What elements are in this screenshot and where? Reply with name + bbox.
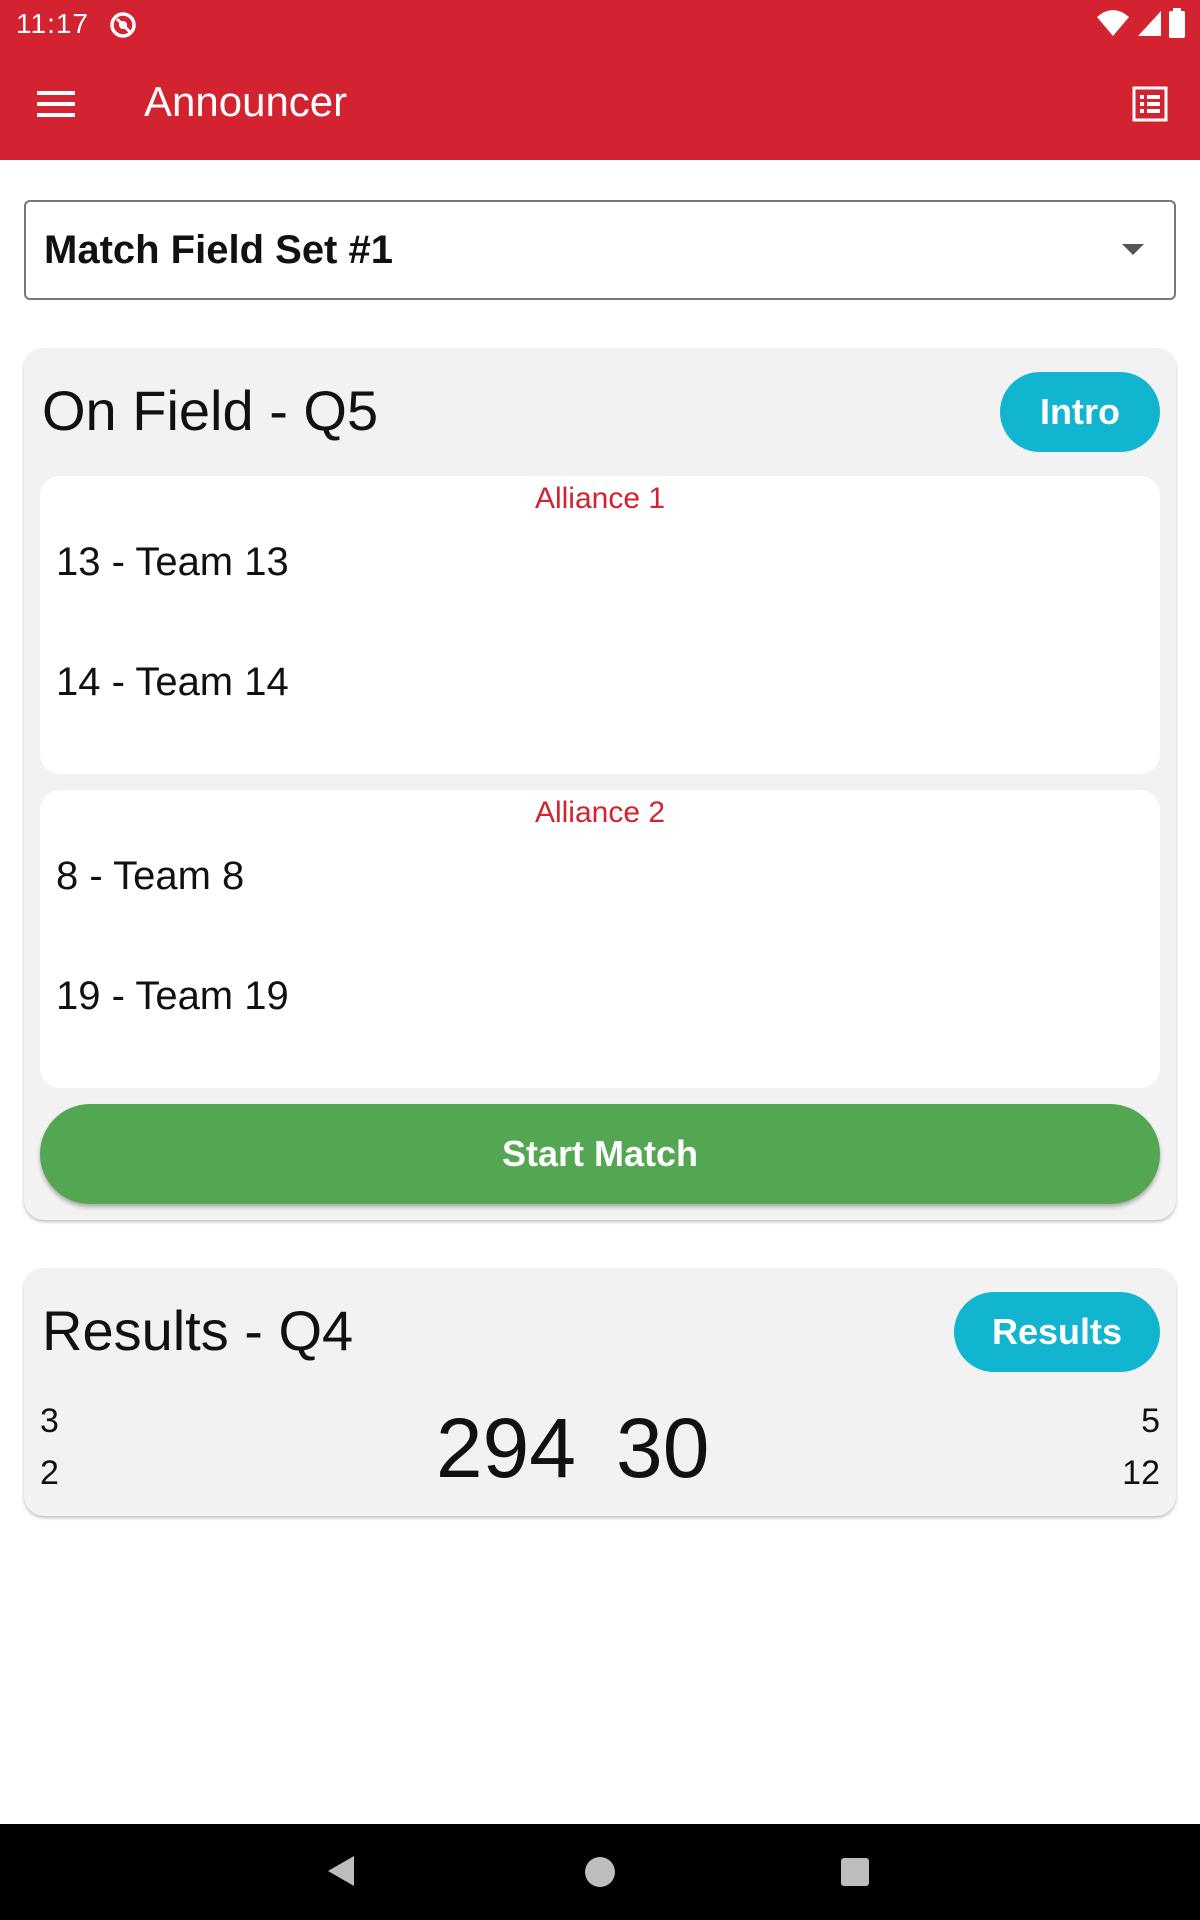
app-bar: 11:17 Announcer [0,0,1200,160]
system-nav-bar [0,1824,1200,1920]
alliance-panel: Alliance 2 8 - Team 8 19 - Team 19 [40,790,1160,1088]
on-field-title: On Field - Q5 [42,379,379,442]
alliance-panel: Alliance 1 13 - Team 13 14 - Team 14 [40,476,1160,774]
back-icon[interactable] [326,1854,356,1893]
battery-icon [1168,7,1186,43]
on-field-card: On Field - Q5 Intro Alliance 1 13 - Team… [24,348,1176,1220]
team-entry: 8 - Team 8 [56,854,245,898]
status-bar: 11:17 [0,0,1200,50]
hamburger-menu-icon[interactable] [24,76,88,132]
list-view-icon[interactable] [1118,76,1182,132]
left-score: 294 [435,1401,576,1495]
team-entry: 13 - Team 13 [56,540,289,584]
right-score: 30 [616,1401,710,1495]
app-notification-icon [108,10,138,40]
start-match-button[interactable]: Start Match [40,1104,1160,1204]
wifi-icon [1096,9,1130,42]
team-entry: 14 - Team 14 [56,660,289,704]
field-set-selected: Match Field Set #1 [44,228,393,272]
page-title: Announcer [144,78,348,125]
results-card: Results - Q4 Results 3 2 294 30 5 12 [24,1268,1176,1516]
recents-icon[interactable] [841,1858,869,1886]
alliance-label: Alliance 2 [534,796,666,829]
right-rank: 5 [1141,1402,1160,1440]
results-button[interactable]: Results [954,1292,1160,1372]
chevron-down-icon [1122,244,1144,255]
field-set-dropdown[interactable]: Match Field Set #1 [24,200,1176,300]
right-rank: 12 [1122,1454,1160,1492]
intro-button[interactable]: Intro [1000,372,1160,452]
results-title: Results - Q4 [42,1299,354,1362]
toolbar: Announcer [0,50,1200,160]
alliance-label: Alliance 1 [534,482,666,515]
home-icon[interactable] [585,1857,615,1887]
left-rank: 2 [40,1454,59,1492]
status-time: 11:17 [16,8,89,39]
team-entry: 19 - Team 19 [56,974,289,1018]
status-icons [1096,7,1186,43]
signal-icon [1136,9,1162,42]
left-rank: 3 [40,1402,59,1440]
